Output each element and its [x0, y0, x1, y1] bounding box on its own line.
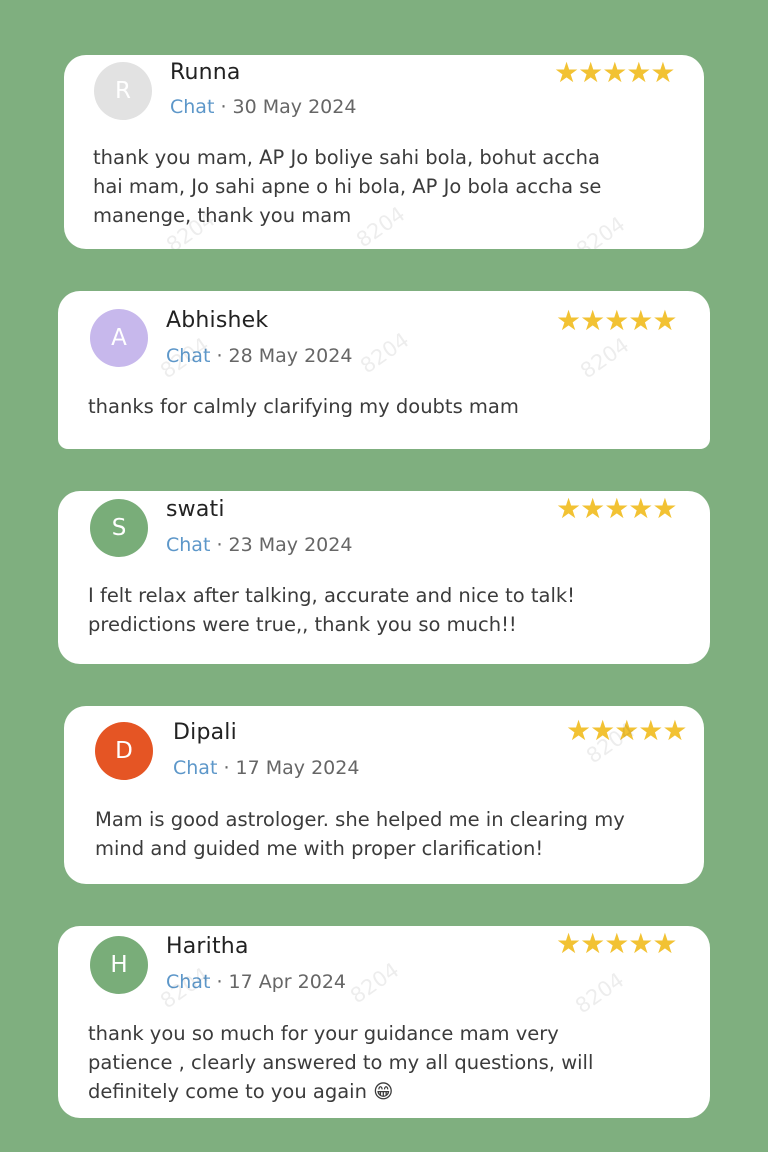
avatar: A: [90, 309, 148, 367]
channel-label: Chat: [173, 757, 218, 779]
star-rating: ★★★★★: [566, 714, 688, 747]
reviewer-name: Runna: [170, 60, 241, 85]
star-rating: ★★★★★: [556, 927, 678, 960]
star-rating: ★★★★★: [556, 492, 678, 525]
meta-separator: ·: [210, 345, 229, 367]
channel-label: Chat: [166, 534, 211, 556]
watermark: 8204: [345, 957, 404, 1009]
channel-label: Chat: [166, 971, 211, 993]
review-card: H Haritha Chat · 17 Apr 2024 ★★★★★ thank…: [58, 926, 710, 1118]
avatar: S: [90, 499, 148, 557]
channel-label: Chat: [170, 96, 215, 118]
review-date: 28 May 2024: [228, 345, 353, 367]
review-meta: Chat · 28 May 2024: [166, 345, 352, 367]
review-text: Mam is good astrologer. she helped me in…: [95, 808, 625, 860]
review-card: A Abhishek Chat · 28 May 2024 ★★★★★ than…: [58, 291, 710, 449]
review-card: R Runna Chat · 30 May 2024 ★★★★★ thank y…: [64, 55, 704, 249]
review-date: 17 Apr 2024: [228, 971, 347, 993]
reviewer-name: Haritha: [166, 934, 249, 959]
review-card: D Dipali Chat · 17 May 2024 ★★★★★ Mam is…: [64, 706, 704, 884]
meta-separator: ·: [210, 534, 229, 556]
star-rating: ★★★★★: [556, 304, 678, 337]
review-date: 30 May 2024: [232, 96, 357, 118]
review-card: S swati Chat · 23 May 2024 ★★★★★ I felt …: [58, 491, 710, 664]
star-rating: ★★★★★: [554, 56, 676, 89]
channel-label: Chat: [166, 345, 211, 367]
watermark: 8204: [570, 967, 629, 1019]
review-meta: Chat · 17 Apr 2024: [166, 971, 346, 993]
reviewer-name: Dipali: [173, 720, 237, 745]
avatar: R: [94, 62, 152, 120]
meta-separator: ·: [217, 757, 236, 779]
review-text: thank you so much for your guidance mam …: [88, 1022, 594, 1103]
review-text: thanks for calmly clarifying my doubts m…: [88, 395, 519, 418]
review-date: 23 May 2024: [228, 534, 353, 556]
review-meta: Chat · 23 May 2024: [166, 534, 352, 556]
watermark: 8204: [355, 327, 414, 379]
watermark: 8204: [575, 332, 634, 384]
avatar: D: [95, 722, 153, 780]
review-text: I felt relax after talking, accurate and…: [88, 584, 575, 636]
avatar: H: [90, 936, 148, 994]
reviewer-name: swati: [166, 497, 225, 522]
review-date: 17 May 2024: [235, 757, 360, 779]
review-meta: Chat · 17 May 2024: [173, 757, 359, 779]
reviewer-name: Abhishek: [166, 308, 269, 333]
review-meta: Chat · 30 May 2024: [170, 96, 356, 118]
review-text: thank you mam, AP Jo boliye sahi bola, b…: [93, 146, 602, 227]
meta-separator: ·: [210, 971, 229, 993]
meta-separator: ·: [214, 96, 233, 118]
